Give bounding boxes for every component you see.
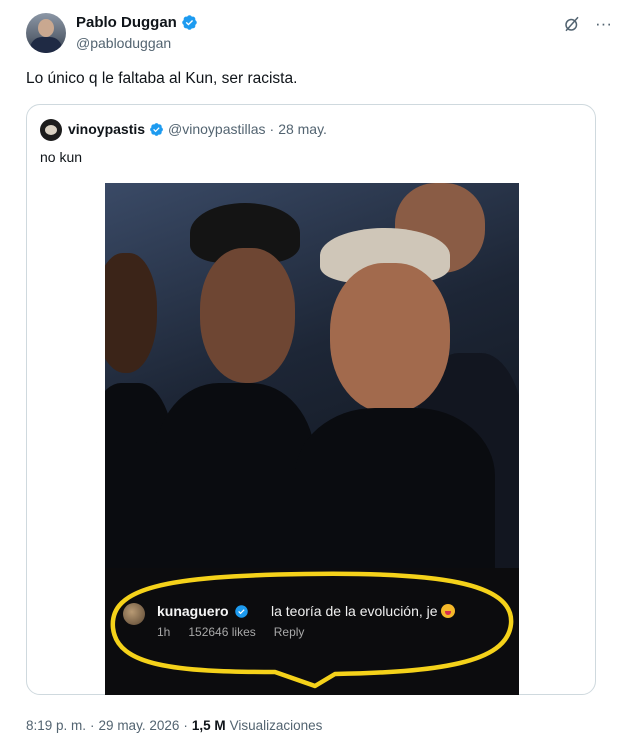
- photo-scene: [105, 183, 519, 578]
- grok-icon[interactable]: [563, 15, 581, 33]
- verified-badge-icon: [234, 604, 248, 618]
- person-second: [145, 203, 315, 573]
- quoted-tweet[interactable]: vinoypastis @vinoypastillas · 28 may. no…: [26, 104, 596, 695]
- comment-time: 1h: [157, 625, 171, 639]
- person-front-right: [295, 228, 495, 578]
- tweet-actions-top: ···: [563, 14, 612, 34]
- quote-header: vinoypastis @vinoypastillas · 28 may.: [68, 121, 327, 137]
- tweet-footer: 8:19 p. m. · 29 may. 2026 · 1,5 M Visual…: [26, 718, 322, 733]
- quote-separator: ·: [269, 121, 275, 137]
- laughing-emoji-icon: [440, 604, 455, 618]
- quote-date[interactable]: 28 may.: [278, 121, 327, 137]
- tweet-date[interactable]: 29 may. 2026: [99, 718, 180, 733]
- comment-text: la teoría de la evolución, je: [271, 603, 438, 619]
- views-label: Visualizaciones: [229, 718, 323, 733]
- quote-author-avatar[interactable]: [40, 119, 62, 141]
- quote-author-handle[interactable]: @vinoypastillas: [168, 121, 265, 137]
- tweet-text: Lo único q le faltaba al Kun, ser racist…: [26, 70, 298, 87]
- quote-media-image[interactable]: kunaguero la teoría de la evolución, je …: [105, 183, 519, 695]
- instagram-comment: kunaguero la teoría de la evolución, je …: [105, 568, 519, 695]
- footer-separator: ·: [90, 718, 95, 733]
- comment-username: kunaguero: [157, 603, 229, 619]
- comment-user: kunaguero: [157, 603, 249, 619]
- author-avatar[interactable]: [26, 13, 66, 53]
- quote-author-name[interactable]: vinoypastis: [68, 121, 145, 137]
- verified-badge-icon: [182, 15, 197, 30]
- comment-reply: Reply: [273, 625, 305, 639]
- tweet-time[interactable]: 8:19 p. m.: [26, 718, 86, 733]
- author-display-name[interactable]: Pablo Duggan: [76, 14, 177, 31]
- more-icon[interactable]: ···: [595, 14, 612, 34]
- comment-text-row: la teoría de la evolución, je: [271, 603, 455, 619]
- comment-likes: 152646 likes: [188, 625, 256, 639]
- tweet: Pablo Duggan @pabloduggan ··· Lo único q…: [0, 0, 632, 749]
- comment-meta: 1h 152646 likes Reply: [157, 625, 304, 639]
- quote-text: no kun: [40, 149, 83, 165]
- verified-badge-icon: [150, 122, 163, 136]
- views-count: 1,5 M: [191, 718, 226, 733]
- author-handle[interactable]: @pabloduggan: [76, 35, 171, 51]
- comment-avatar: [123, 603, 145, 625]
- footer-separator-2: ·: [183, 718, 188, 733]
- author-name-row: Pablo Duggan: [76, 14, 198, 31]
